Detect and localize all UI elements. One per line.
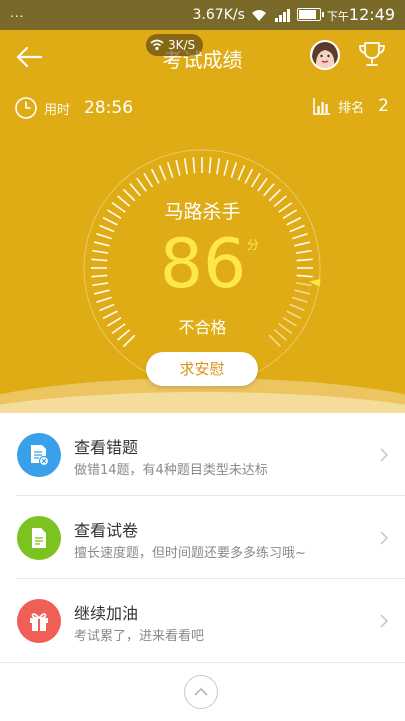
trophy-icon[interactable] — [356, 38, 388, 70]
wrong-questions-icon — [31, 445, 50, 467]
time-value: 28:56 — [84, 98, 134, 118]
notification-dots: ... — [10, 6, 25, 20]
wifi-icon — [150, 39, 164, 51]
chevron-right-icon — [380, 531, 389, 545]
time-label: 用时 — [44, 102, 71, 118]
gauge-tick — [295, 249, 312, 254]
time-used: 用时 28:56 — [14, 96, 133, 120]
clock-time: 12:49 — [348, 5, 395, 24]
page-title: 考试成绩 — [162, 48, 243, 72]
gauge-tick — [296, 258, 313, 262]
status-bar: ... 3.67K/s 下午12:49 — [0, 0, 405, 30]
list-item-view-paper[interactable]: 查看试卷 擅长速度题，但时间题还要多多练习哦~ — [0, 496, 405, 579]
gauge-tick — [263, 183, 275, 197]
avatar[interactable] — [310, 40, 340, 70]
icon-badge — [17, 433, 61, 477]
gauge-tick — [96, 296, 112, 304]
gauge-tick — [292, 232, 308, 240]
bar-chart-icon — [313, 98, 331, 115]
result-verdict: 不合格 — [178, 318, 227, 337]
list-item-keep-going[interactable]: 继续加油 考试累了，进来看看吧 — [0, 579, 405, 662]
scroll-up-button[interactable] — [184, 675, 218, 709]
gauge-tick — [129, 183, 141, 197]
score-unit: 分 — [247, 238, 260, 252]
result-hero: 考试成绩 3K/S 用时 28:56 排名 2 马路杀手 86 分 不合格 求安… — [0, 30, 405, 413]
gauge-tick — [175, 159, 181, 176]
chevron-right-icon — [380, 614, 389, 628]
gauge-tick — [289, 224, 305, 233]
action-list: 查看错题 做错14题，有4种题目类型未达标 查看试卷 擅长速度题，但时间题还要多… — [0, 413, 405, 662]
score-value: 86 — [159, 225, 247, 304]
rank: 排名 2 — [312, 96, 389, 116]
gauge-tick — [183, 158, 188, 175]
rank-label: 排名 — [338, 100, 365, 116]
gauge-tick — [230, 162, 238, 178]
gauge-tick — [150, 168, 160, 184]
list-item-title: 继续加油 — [74, 604, 139, 623]
battery-icon — [296, 8, 324, 21]
gauge-tick — [91, 258, 108, 262]
list-item-subtitle: 做错14题，有4种题目类型未达标 — [74, 463, 268, 478]
gauge-tick — [294, 241, 311, 247]
gauge-tick — [92, 249, 109, 254]
gauge-tick — [99, 224, 115, 233]
gauge-tick — [292, 296, 308, 304]
skill-title: 马路杀手 — [164, 201, 241, 223]
gauge-tick — [295, 282, 312, 287]
network-speed: 3.67K/s — [192, 6, 245, 23]
gauge-tick — [296, 274, 313, 278]
comfort-button[interactable]: 求安慰 — [146, 352, 258, 386]
chevron-right-icon — [380, 448, 389, 462]
list-item-title: 查看错题 — [74, 438, 139, 457]
gauge-tick — [96, 232, 112, 240]
gift-icon — [30, 613, 48, 631]
gauge-tick — [166, 162, 174, 178]
gauge-tick — [93, 289, 110, 295]
paper-icon — [32, 528, 46, 548]
floating-speed-badge: 3K/S — [146, 34, 204, 56]
status-bar-right: 3.67K/s 下午12:49 — [193, 5, 395, 24]
gauge-tick — [250, 172, 261, 188]
icon-badge — [17, 599, 61, 643]
gauge-tick — [208, 157, 212, 174]
gauge-tick — [99, 303, 115, 312]
bottom-area — [0, 662, 405, 721]
gauge-tick — [91, 274, 108, 278]
gauge-tick — [158, 165, 167, 181]
avatar-face-icon — [312, 42, 338, 68]
gauge-tick — [257, 177, 268, 192]
list-item-wrong-questions[interactable]: 查看错题 做错14题，有4种题目类型未达标 — [0, 413, 405, 496]
rank-value: 2 — [378, 96, 389, 116]
gauge-tick — [237, 165, 246, 181]
gauge-tick — [216, 158, 221, 175]
gauge-tick — [143, 172, 154, 188]
signal-icon — [274, 8, 290, 22]
wifi-icon — [251, 9, 266, 21]
gauge-tick — [136, 177, 147, 192]
clock-icon — [15, 97, 37, 119]
list-item-subtitle: 考试累了，进来看看吧 — [74, 629, 205, 644]
gauge-tick — [192, 157, 196, 174]
icon-badge — [17, 516, 61, 560]
gauge-tick — [244, 168, 254, 184]
gauge-tick — [294, 289, 311, 295]
list-item-title: 查看试卷 — [74, 521, 139, 540]
time-ampm: 下午 — [326, 10, 349, 23]
gauge-tick — [92, 282, 109, 287]
chevron-up-icon — [194, 687, 208, 696]
gauge-tick — [93, 241, 110, 247]
gauge-tick — [289, 303, 305, 312]
list-item-subtitle: 擅长速度题，但时间题还要多多练习哦~ — [74, 546, 306, 561]
gauge-tick — [223, 159, 229, 176]
floating-speed-text: 3K/S — [168, 38, 196, 52]
